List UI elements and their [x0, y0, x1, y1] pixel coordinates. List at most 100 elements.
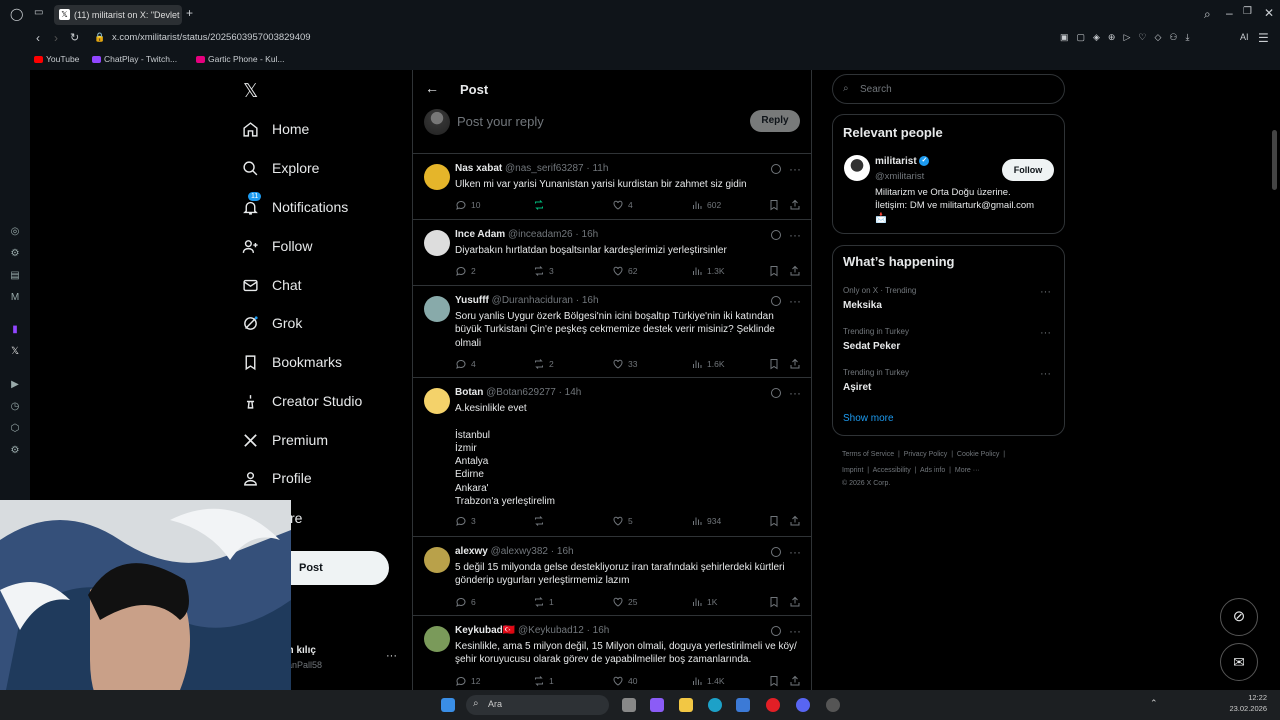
post-handle[interactable]: @nas_serif63287: [505, 163, 584, 174]
post-avatar[interactable]: [424, 164, 450, 190]
clock-time[interactable]: 12:22: [1219, 693, 1267, 702]
trend-more-icon[interactable]: ···: [1040, 327, 1051, 339]
bookmark-action[interactable]: [768, 358, 784, 370]
post-time[interactable]: · 11h: [586, 163, 608, 174]
aria-icon[interactable]: ◎: [9, 226, 21, 238]
opera-taskbar-icon[interactable]: [766, 698, 780, 712]
bookmark-chatplay[interactable]: ChatPlay - Twitch...: [92, 54, 177, 64]
views-action[interactable]: 602: [691, 199, 721, 211]
post-time[interactable]: · 16h: [551, 546, 574, 557]
footer-ads-link[interactable]: Ads info: [920, 467, 945, 474]
grok-explain-icon[interactable]: [771, 296, 781, 306]
nav-follow[interactable]: Follow: [242, 234, 312, 258]
nav-premium[interactable]: Premium: [242, 428, 328, 452]
nav-explore[interactable]: Explore: [242, 156, 319, 180]
back-arrow-icon[interactable]: ←: [425, 80, 439, 96]
repost-action[interactable]: 1: [533, 675, 554, 687]
post-time[interactable]: · 16h: [575, 229, 598, 240]
like-action[interactable]: 5: [612, 515, 633, 527]
extensions-icon[interactable]: ⬡: [9, 423, 21, 435]
trend-more-icon[interactable]: ···: [1040, 286, 1051, 298]
bookmark-youtube[interactable]: YouTube: [34, 54, 79, 64]
explorer-icon[interactable]: [679, 698, 693, 712]
twitch-icon[interactable]: ▮: [9, 324, 21, 336]
trend-more-icon[interactable]: ···: [1040, 368, 1051, 380]
repost-action[interactable]: [533, 199, 549, 211]
post-more-icon[interactable]: ···: [789, 624, 801, 638]
follow-button[interactable]: Follow: [1002, 159, 1054, 181]
search-tabs-icon[interactable]: ⌕: [1204, 7, 1211, 22]
new-tab-icon[interactable]: +: [186, 6, 193, 20]
settings-icon[interactable]: ⚙: [9, 445, 21, 457]
views-action[interactable]: 1.3K: [691, 265, 725, 277]
opera-logo-icon[interactable]: ◯: [10, 7, 23, 21]
share-action[interactable]: [789, 675, 805, 687]
scrollbar-thumb[interactable]: [1272, 130, 1277, 190]
post-more-icon[interactable]: ···: [789, 386, 801, 400]
reply-action[interactable]: 10: [455, 199, 480, 211]
footer-more-link[interactable]: More ···: [955, 467, 980, 474]
post-avatar[interactable]: [424, 626, 450, 652]
reload-icon[interactable]: ↻: [70, 31, 79, 44]
post-avatar[interactable]: [424, 230, 450, 256]
bookmark-action[interactable]: [768, 265, 784, 277]
nav-grok[interactable]: Grok: [242, 311, 302, 335]
bookmark-gartic[interactable]: Gartic Phone - Kul...: [196, 54, 285, 64]
grok-explain-icon[interactable]: [771, 164, 781, 174]
reply-post[interactable]: alexwy @alexwy382 · 16h ··· 5 değil 15 mil…: [413, 537, 811, 616]
grok-fab[interactable]: ⊘: [1220, 598, 1258, 636]
back-icon[interactable]: ‹: [36, 31, 40, 45]
edge-icon[interactable]: [708, 698, 722, 712]
reply-action[interactable]: 12: [455, 675, 480, 687]
nav-creator-studio[interactable]: Creator Studio: [242, 389, 362, 413]
repost-action[interactable]: [533, 515, 549, 527]
post-author[interactable]: Botan: [455, 387, 483, 398]
share-action[interactable]: [789, 515, 805, 527]
relevant-name[interactable]: militarist ✓: [875, 156, 930, 167]
post-avatar[interactable]: [424, 547, 450, 573]
reply-post[interactable]: Botan @Botan629277 · 14h ··· A.kesinlikle …: [413, 378, 811, 537]
tab-active[interactable]: 𝕏 (11) militarist on X: "Devlet: [54, 5, 182, 25]
menu-icon[interactable]: ☰: [1258, 31, 1269, 45]
close-window-icon[interactable]: ✕: [1264, 6, 1274, 20]
copilot-icon[interactable]: [650, 698, 664, 712]
footer-privacy-link[interactable]: Privacy Policy: [904, 451, 948, 458]
search-input[interactable]: ⌕ Search: [832, 74, 1065, 104]
show-more-link[interactable]: Show more: [843, 413, 894, 424]
player-icon[interactable]: ▶: [9, 379, 21, 391]
workspaces-icon[interactable]: ▭: [34, 7, 43, 18]
post-handle[interactable]: @Botan629277: [486, 387, 556, 398]
views-action[interactable]: 1.4K: [691, 675, 725, 687]
start-icon[interactable]: [441, 698, 455, 712]
nav-home[interactable]: Home: [242, 117, 309, 141]
minimize-icon[interactable]: –: [1226, 6, 1233, 20]
steam-icon[interactable]: [826, 698, 840, 712]
share-action[interactable]: [789, 199, 805, 211]
militarist-avatar[interactable]: [844, 155, 870, 181]
post-more-icon[interactable]: ···: [789, 162, 801, 176]
post-handle[interactable]: @alexwy382: [491, 546, 548, 557]
trend-item[interactable]: Trending in Turkey Aşiret ···: [843, 368, 1055, 393]
url-field[interactable]: x.com/xmilitarist/status/202560395700382…: [112, 32, 311, 43]
trend-item[interactable]: Only on X · Trending Meksika ···: [843, 286, 1055, 311]
post-handle[interactable]: @Keykubad12: [518, 625, 584, 636]
x-sidebar-icon[interactable]: 𝕏: [9, 346, 21, 358]
post-author[interactable]: Yusufff: [455, 295, 489, 306]
post-more-icon[interactable]: ···: [789, 294, 801, 308]
ai-label[interactable]: AI: [1240, 32, 1249, 42]
post-avatar[interactable]: [424, 388, 450, 414]
like-action[interactable]: 62: [612, 265, 637, 277]
post-author[interactable]: alexwy: [455, 546, 488, 557]
reply-post[interactable]: Keykubad🇹🇷 @Keykubad12 · 16h ··· Kesinlikl…: [413, 616, 811, 694]
tray-chevron-icon[interactable]: ⌃: [1150, 698, 1158, 709]
nav-bookmarks[interactable]: Bookmarks: [242, 350, 342, 374]
reply-button[interactable]: Reply: [750, 110, 800, 132]
repost-action[interactable]: 3: [533, 265, 554, 277]
footer-terms-link[interactable]: Terms of Service: [842, 451, 894, 458]
clock-date[interactable]: 23.02.2026: [1219, 704, 1267, 713]
share-action[interactable]: [789, 358, 805, 370]
share-action[interactable]: [789, 596, 805, 608]
messages-fab[interactable]: ✉: [1220, 643, 1258, 681]
reply-action[interactable]: 3: [455, 515, 476, 527]
like-action[interactable]: 4: [612, 199, 633, 211]
